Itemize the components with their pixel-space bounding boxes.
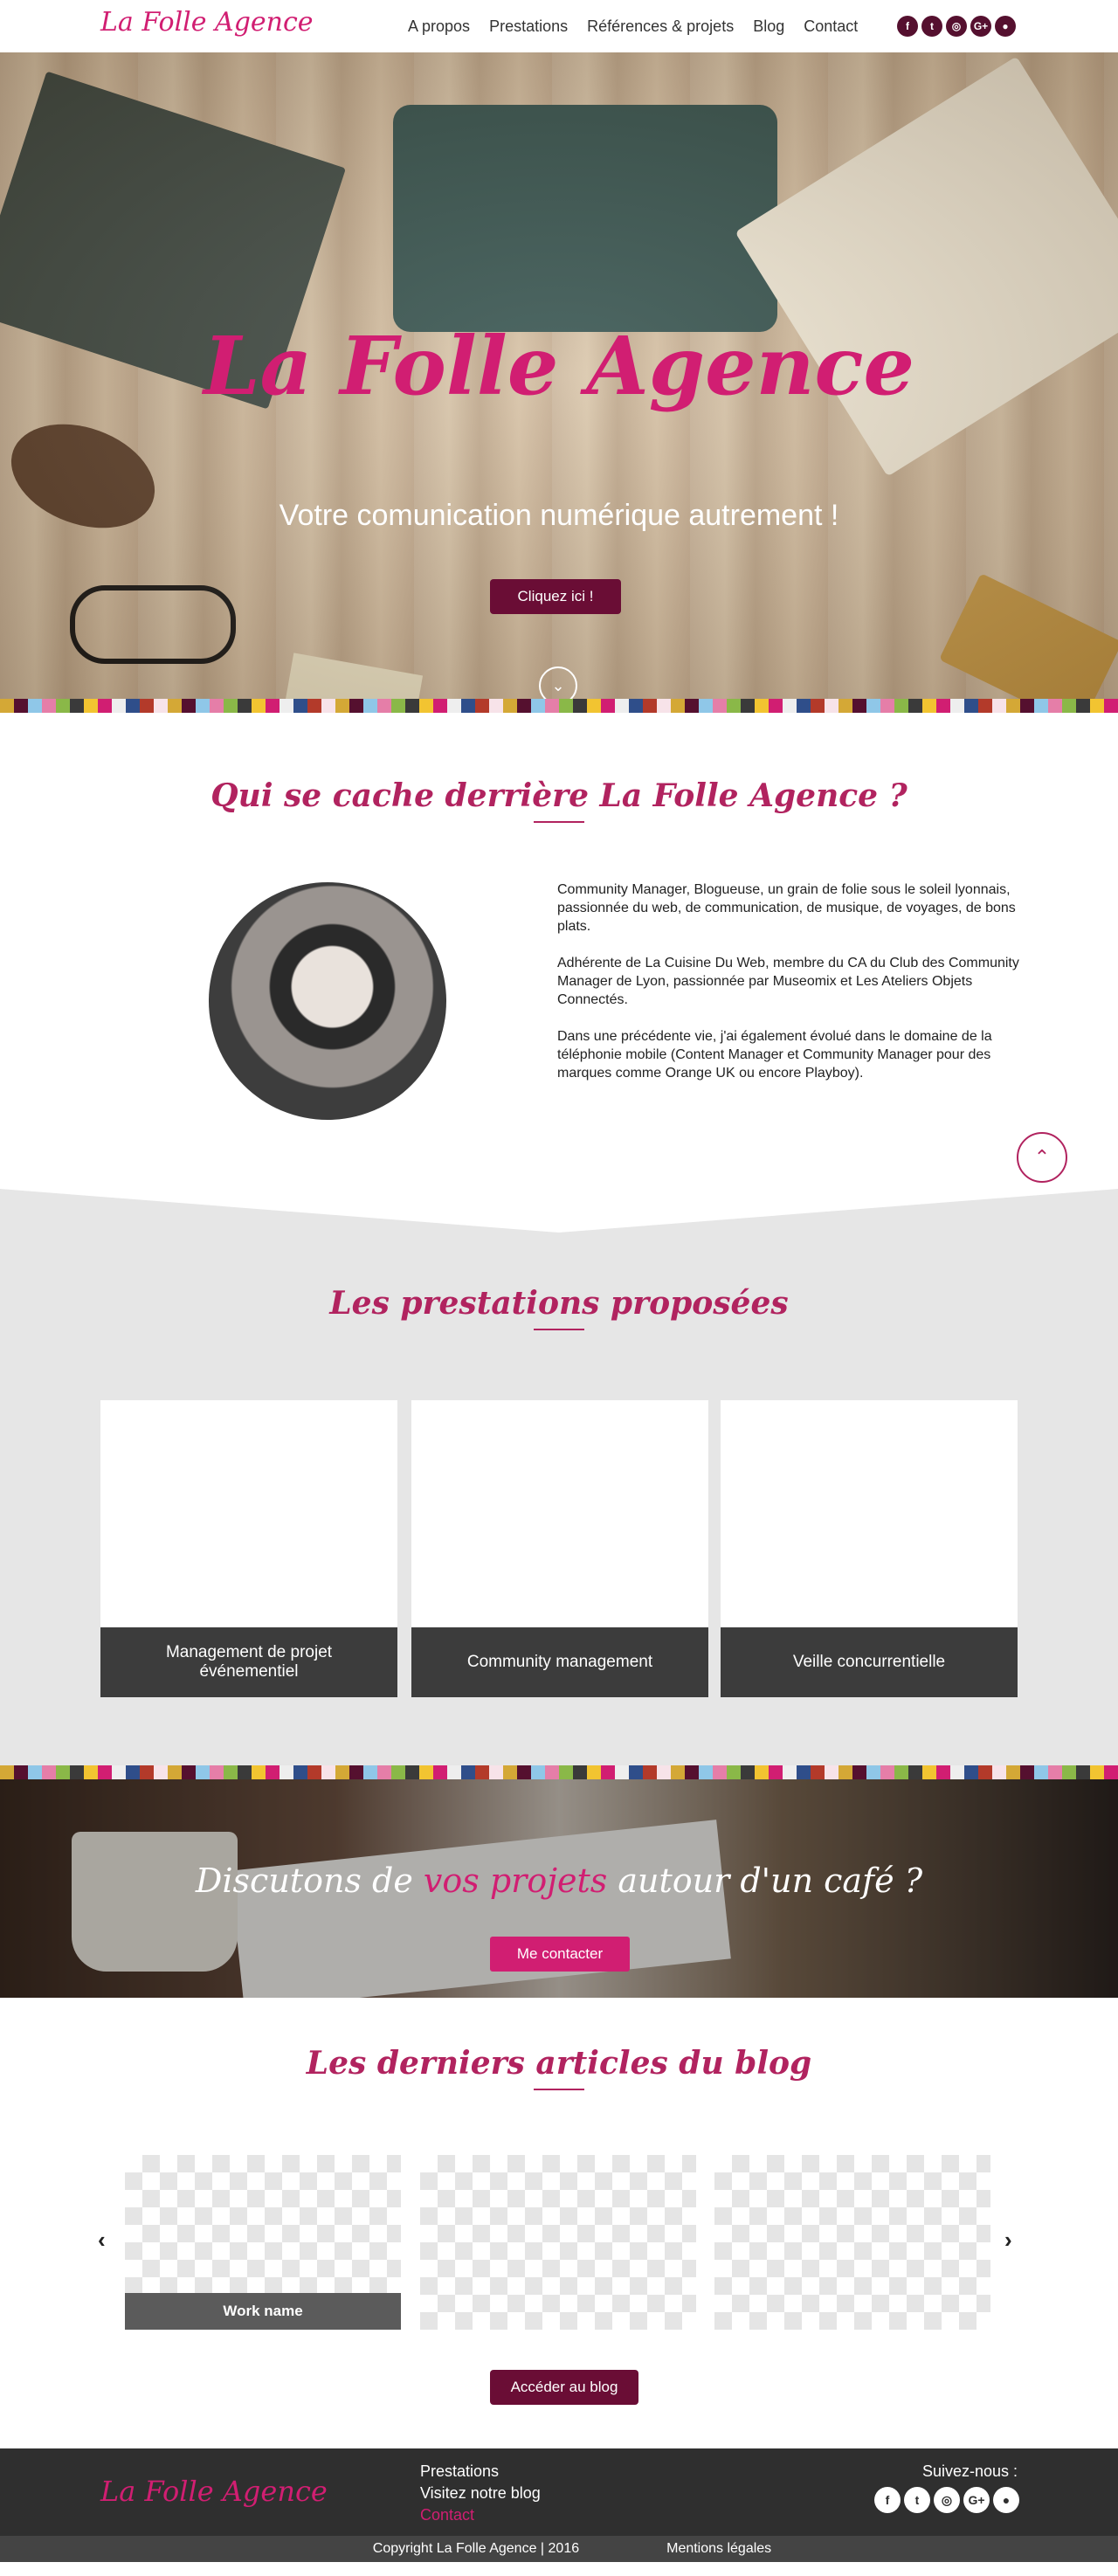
color-stripe-divider — [0, 1765, 1118, 1779]
site-logo[interactable]: La Folle Agence — [100, 7, 314, 38]
menu-item-prestations[interactable]: Prestations — [489, 17, 568, 36]
scroll-up-icon[interactable]: ⌃ — [1017, 1132, 1067, 1183]
bio-paragraph: Community Manager, Blogueuse, un grain d… — [557, 882, 1016, 934]
footer-link-prestations[interactable]: Prestations — [420, 2462, 541, 2481]
carousel-next-icon[interactable]: › — [1004, 2227, 1012, 2254]
about-section: Qui se cache derrière La Folle Agence ? … — [0, 713, 1118, 1189]
menu-item-contact[interactable]: Contact — [804, 17, 858, 36]
bottom-bar: Copyright La Folle Agence | 2016 Mention… — [0, 2536, 1118, 2562]
google-plus-icon[interactable]: G+ — [970, 16, 991, 37]
facebook-icon[interactable]: f — [874, 2487, 901, 2513]
scroll-down-icon[interactable]: ⌄ — [539, 666, 577, 699]
menu-item-references[interactable]: Références & projets — [587, 17, 734, 36]
about-title: Qui se cache derrière La Folle Agence ? — [210, 777, 908, 814]
header-social-links: f t ◎ G+ ● — [897, 16, 1016, 37]
instagram-icon[interactable]: ◎ — [946, 16, 967, 37]
copyright-text: Copyright La Folle Agence | 2016 — [372, 2541, 580, 2556]
contact-me-button[interactable]: Me contacter — [490, 1937, 630, 1972]
tagline-text: autour d'un café ? — [607, 1861, 923, 1900]
user-icon[interactable]: ● — [993, 2487, 1019, 2513]
legal-notice-link[interactable]: Mentions légales — [666, 2541, 771, 2557]
blog-access-button[interactable]: Accéder au blog — [490, 2370, 638, 2405]
blog-post-caption: Work name — [125, 2293, 401, 2330]
footer-link-contact[interactable]: Contact — [420, 2506, 541, 2524]
services-section: Les prestations proposées Management de … — [0, 1189, 1118, 1765]
blog-title: Les derniers articles du blog — [306, 2045, 812, 2082]
title-underline — [534, 2089, 584, 2090]
footer-logo[interactable]: La Folle Agence — [100, 2475, 328, 2508]
contact-tagline: Discutons de vos projets autour d'un caf… — [0, 1861, 1118, 1900]
bio-paragraph: Dans une précédente vie, j'ai également … — [557, 1029, 992, 1081]
footer-links: Prestations Visitez notre blog Contact — [420, 2462, 541, 2524]
carousel-prev-icon[interactable]: ‹ — [98, 2227, 106, 2254]
blog-post-card[interactable] — [420, 2155, 696, 2330]
hero-title: La Folle Agence — [203, 319, 915, 413]
service-card-label: Veille concurrentielle — [721, 1627, 1018, 1697]
footer-link-blog[interactable]: Visitez notre blog — [420, 2484, 541, 2503]
tagline-text: Discutons de — [195, 1861, 424, 1900]
service-card[interactable]: Community management — [411, 1400, 708, 1697]
user-icon[interactable]: ● — [995, 16, 1016, 37]
facebook-icon[interactable]: f — [897, 16, 918, 37]
tagline-highlight: vos projets — [423, 1861, 608, 1900]
service-card-label: Management de projet événementiel — [100, 1627, 397, 1697]
hero-subtitle: Votre comunication numérique autrement ! — [279, 499, 839, 532]
menu-item-blog[interactable]: Blog — [753, 17, 784, 36]
footer-social-links: f t ◎ G+ ● — [874, 2487, 1019, 2513]
title-underline — [534, 1329, 584, 1330]
main-menu: A propos Prestations Références & projet… — [408, 17, 877, 36]
service-card[interactable]: Veille concurrentielle — [721, 1400, 1018, 1697]
service-card-label: Community management — [411, 1627, 708, 1697]
contact-banner: Discutons de vos projets autour d'un caf… — [0, 1779, 1118, 1998]
top-navigation: La Folle Agence A propos Prestations Réf… — [0, 0, 1118, 52]
title-underline — [534, 821, 584, 823]
twitter-icon[interactable]: t — [921, 16, 942, 37]
instagram-icon[interactable]: ◎ — [934, 2487, 960, 2513]
google-plus-icon[interactable]: G+ — [963, 2487, 990, 2513]
profile-photo — [209, 882, 446, 1120]
hero-banner: La Folle Agence Votre comunication numér… — [0, 52, 1118, 699]
service-card[interactable]: Management de projet événementiel — [100, 1400, 397, 1697]
bio-paragraph: Adhérente de La Cuisine Du Web, membre d… — [557, 956, 1019, 1007]
site-footer: La Folle Agence Prestations Visitez notr… — [0, 2448, 1118, 2536]
color-stripe-divider — [0, 699, 1118, 713]
services-title: Les prestations proposées — [329, 1285, 789, 1322]
hero-cta-button[interactable]: Cliquez ici ! — [490, 579, 621, 614]
menu-item-a-propos[interactable]: A propos — [408, 17, 470, 36]
about-bio: Community Manager, Blogueuse, un grain d… — [557, 881, 1020, 1101]
blog-post-card[interactable]: Work name — [125, 2155, 401, 2330]
blog-section: Les derniers articles du blog ‹ Work nam… — [0, 1998, 1118, 2448]
blog-post-card[interactable] — [714, 2155, 990, 2330]
section-wedge-divider — [0, 1189, 1118, 1233]
twitter-icon[interactable]: t — [904, 2487, 930, 2513]
follow-us-label: Suivez-nous : — [921, 2462, 1018, 2480]
